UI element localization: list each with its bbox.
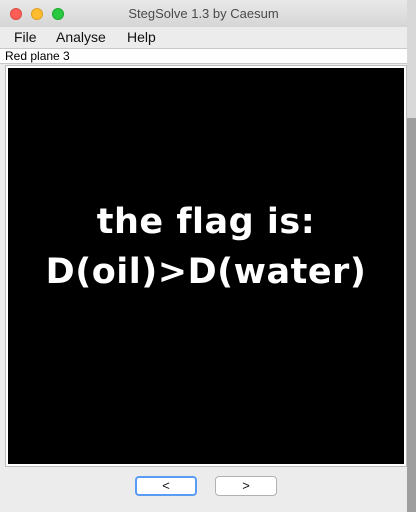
menu-help[interactable]: Help	[127, 27, 156, 47]
previous-plane-button[interactable]: <	[135, 476, 197, 496]
plane-status-bar: Red plane 3	[0, 48, 407, 64]
background-window-edge	[407, 0, 416, 512]
image-viewer-frame: the flag is: D(oil)>D(water)	[5, 65, 407, 467]
menu-analyse[interactable]: Analyse	[56, 27, 106, 47]
image-viewer: the flag is: D(oil)>D(water)	[8, 68, 404, 464]
stegsolve-window: StegSolve 1.3 by Caesum File Analyse Hel…	[0, 0, 407, 512]
title-bar[interactable]: StegSolve 1.3 by Caesum	[0, 0, 407, 28]
menu-bar: File Analyse Help	[0, 27, 407, 47]
image-text-line-2: D(oil)>D(water)	[45, 252, 367, 292]
next-plane-button[interactable]: >	[215, 476, 277, 496]
window-title: StegSolve 1.3 by Caesum	[128, 6, 279, 21]
plane-status-label: Red plane 3	[5, 49, 70, 63]
background-window-edge-lower	[407, 118, 416, 512]
menu-file[interactable]: File	[14, 27, 37, 47]
image-text-line-1: the flag is:	[96, 202, 316, 242]
